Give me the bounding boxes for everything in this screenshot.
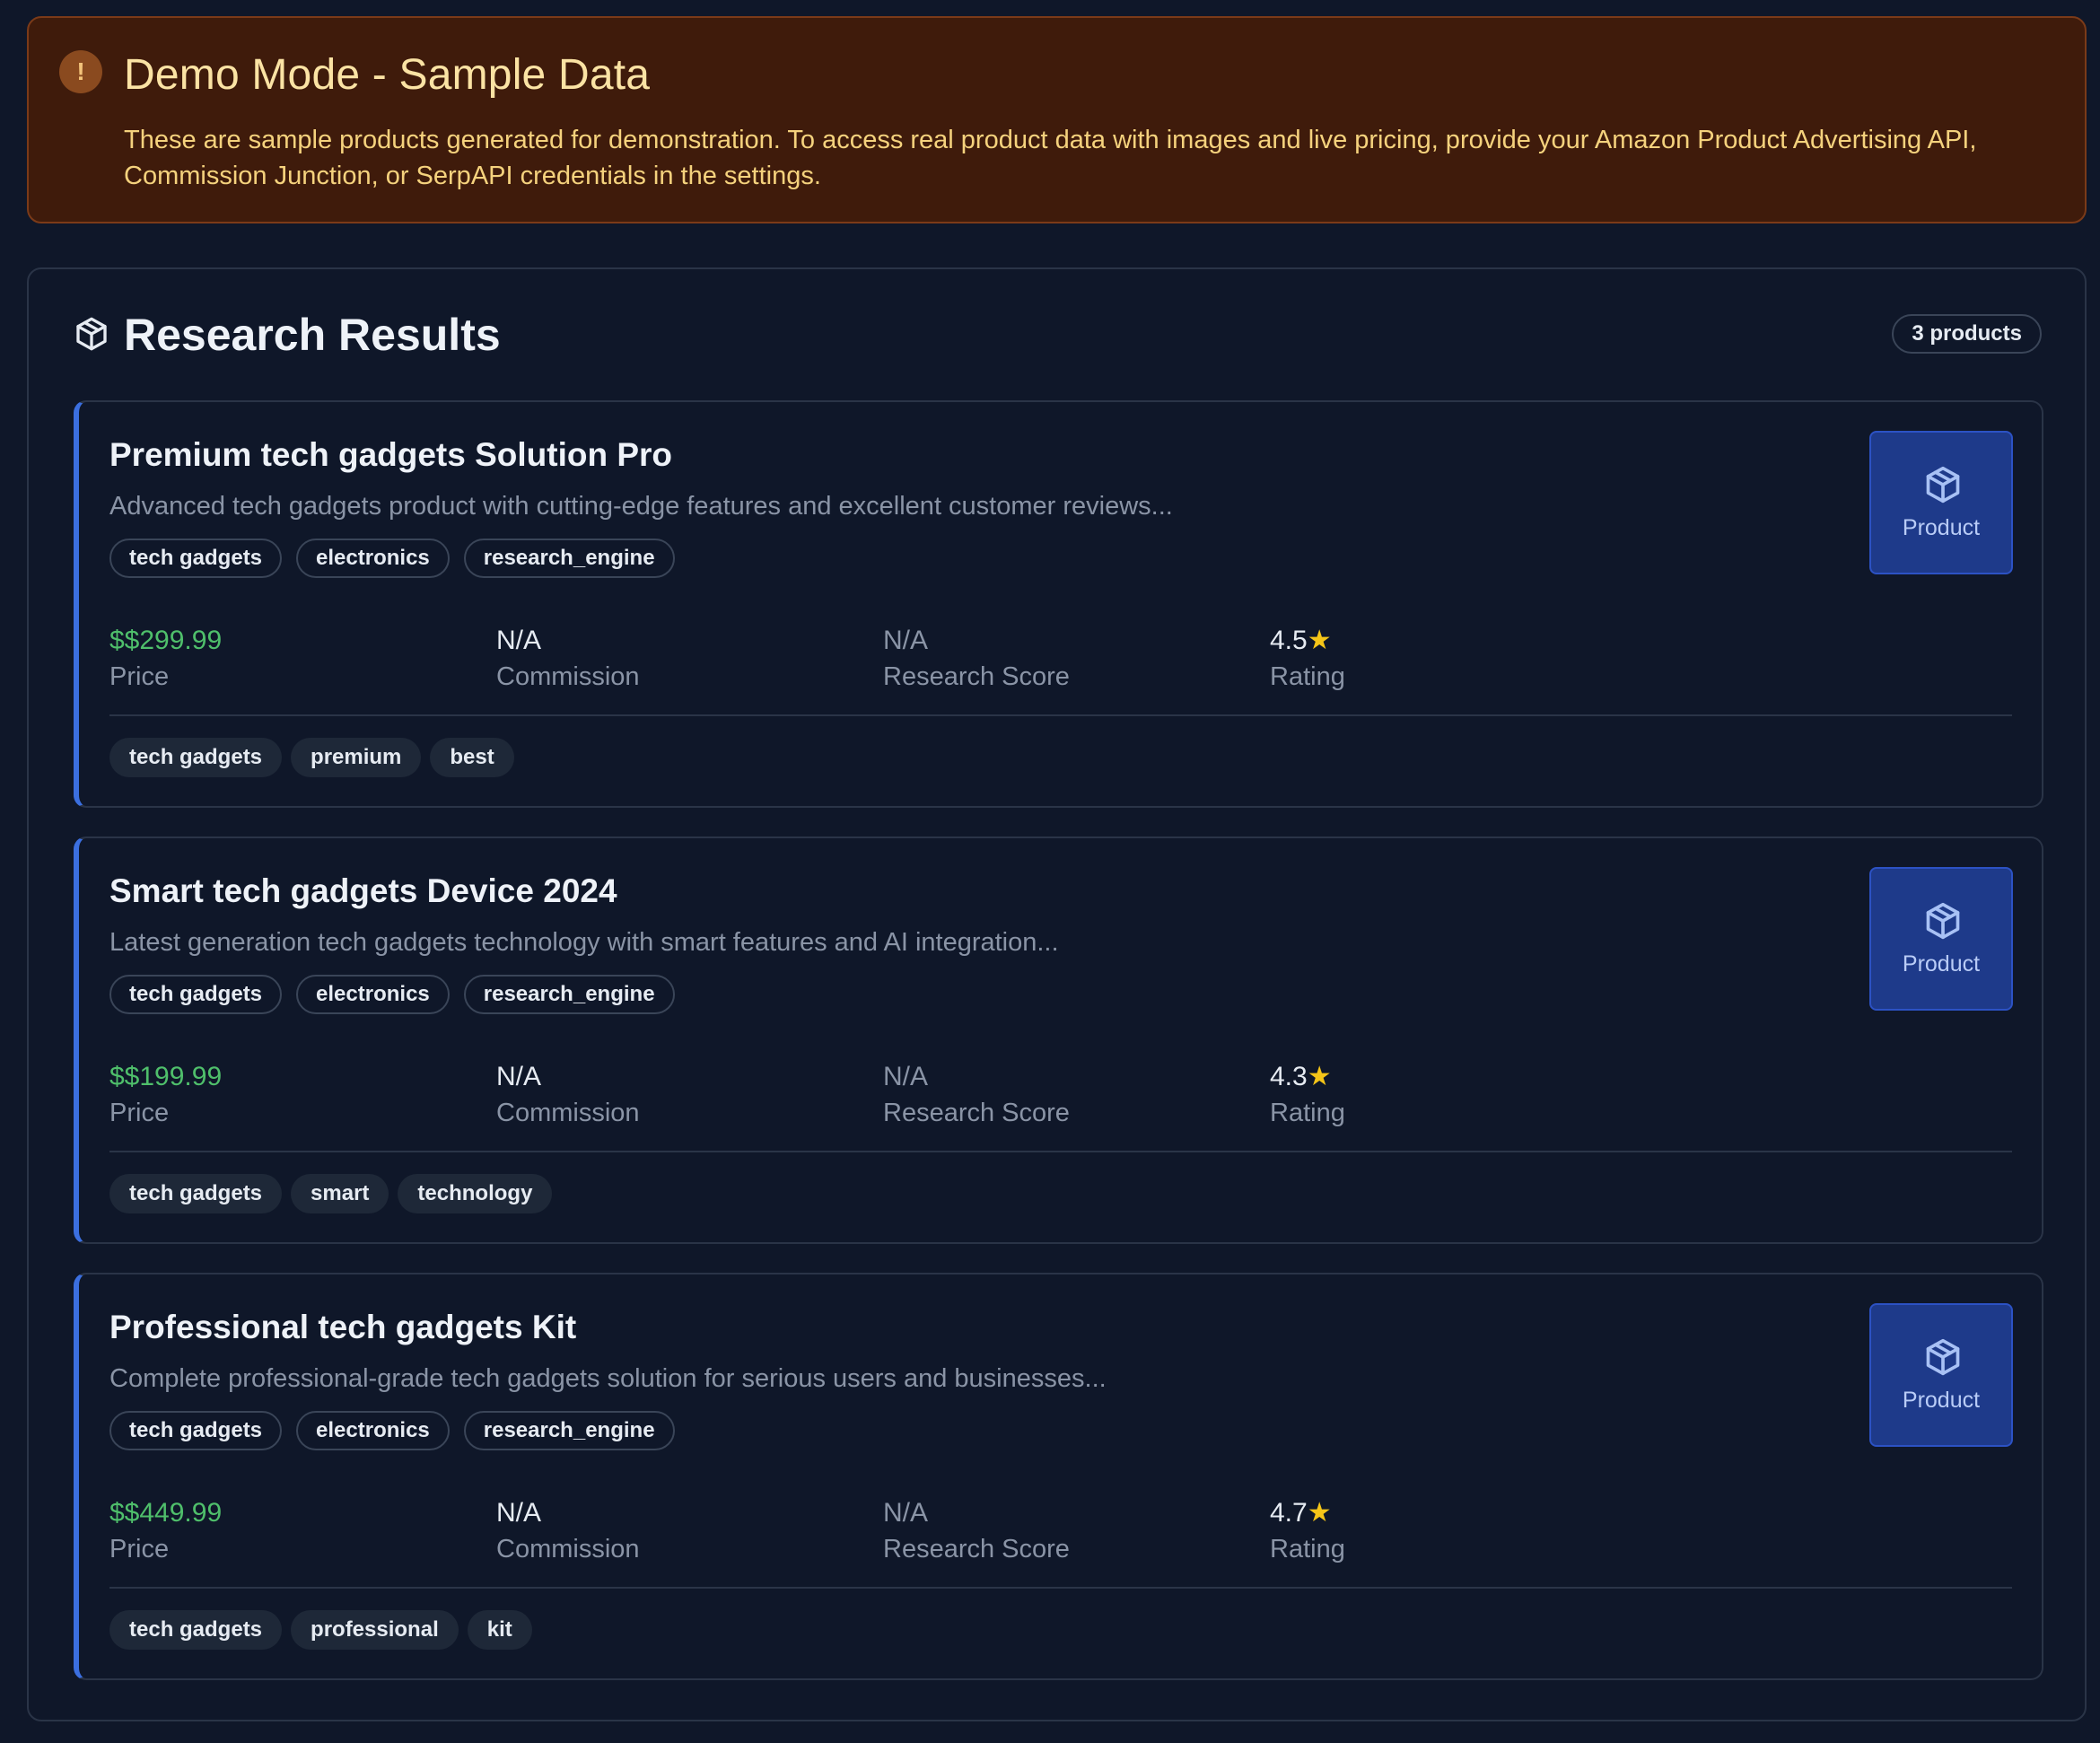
commission-label: Commission bbox=[496, 1099, 640, 1127]
product-categories: tech gadgets electronics research_engine bbox=[109, 539, 675, 578]
category-chip: tech gadgets bbox=[109, 975, 283, 1014]
research-score-stat: N/A Research Score bbox=[883, 623, 1070, 695]
product-tags: tech gadgets professional kit bbox=[109, 1610, 532, 1650]
rating-label: Rating bbox=[1270, 1535, 1345, 1563]
card-divider bbox=[109, 714, 2012, 716]
star-icon: ★ bbox=[1307, 1498, 1332, 1528]
tag-chip: kit bbox=[467, 1610, 532, 1650]
banner-text: These are sample products generated for … bbox=[124, 126, 1977, 190]
demo-mode-banner: ! Demo Mode - Sample Data These are samp… bbox=[27, 16, 2087, 223]
card-divider bbox=[109, 1151, 2012, 1152]
research-score-stat: N/A Research Score bbox=[883, 1495, 1070, 1567]
results-title: Research Results bbox=[124, 310, 501, 360]
star-icon: ★ bbox=[1307, 1062, 1332, 1091]
research-score-value: N/A bbox=[883, 1062, 929, 1091]
rating-label: Rating bbox=[1270, 662, 1345, 691]
product-button[interactable]: Product bbox=[1869, 431, 2013, 574]
rating-stat: 4.7★ Rating bbox=[1270, 1495, 1345, 1567]
package-icon bbox=[1926, 1338, 1960, 1376]
commission-value: N/A bbox=[496, 1498, 542, 1528]
package-icon bbox=[1926, 466, 1960, 504]
banner-title: Demo Mode - Sample Data bbox=[124, 51, 651, 99]
research-results-panel: Research Results 3 products Premium tech… bbox=[27, 267, 2087, 1721]
tag-chip: best bbox=[430, 738, 514, 777]
category-chip: research_engine bbox=[463, 539, 675, 578]
rating-value-wrap: 4.5★ bbox=[1270, 623, 1345, 659]
price-stat: $$449.99 Price bbox=[109, 1495, 222, 1567]
price-value: $$299.99 bbox=[109, 626, 223, 655]
product-button-label: Product bbox=[1902, 1388, 1981, 1413]
research-score-value: N/A bbox=[883, 626, 929, 655]
product-card[interactable]: Premium tech gadgets Solution Pro Advanc… bbox=[74, 400, 2043, 808]
price-stat: $$299.99 Price bbox=[109, 623, 222, 695]
product-card[interactable]: Smart tech gadgets Device 2024 Latest ge… bbox=[74, 836, 2043, 1244]
product-description: Advanced tech gadgets product with cutti… bbox=[109, 492, 1173, 521]
page: ! Demo Mode - Sample Data These are samp… bbox=[0, 0, 2100, 1743]
category-chip: electronics bbox=[296, 975, 450, 1014]
rating-stat: 4.5★ Rating bbox=[1270, 623, 1345, 695]
product-count-badge: 3 products bbox=[1892, 314, 2042, 354]
tag-chip: smart bbox=[291, 1174, 389, 1213]
tag-chip: tech gadgets bbox=[109, 1610, 283, 1650]
rating-value: 4.7 bbox=[1270, 1498, 1308, 1528]
tag-chip: technology bbox=[398, 1174, 553, 1213]
product-categories: tech gadgets electronics research_engine bbox=[109, 1411, 675, 1450]
price-value: $$449.99 bbox=[109, 1498, 223, 1528]
product-title[interactable]: Professional tech gadgets Kit bbox=[109, 1309, 576, 1346]
commission-value: N/A bbox=[496, 626, 542, 655]
product-stats: $$449.99 Price N/A Commission N/A Resear… bbox=[109, 1495, 1725, 1576]
category-chip: research_engine bbox=[463, 975, 675, 1014]
product-button-label: Product bbox=[1902, 951, 1981, 977]
product-stats: $$299.99 Price N/A Commission N/A Resear… bbox=[109, 623, 1725, 704]
research-score-label: Research Score bbox=[883, 1099, 1070, 1127]
star-icon: ★ bbox=[1307, 626, 1332, 655]
price-label: Price bbox=[109, 1099, 170, 1127]
rating-value: 4.5 bbox=[1270, 626, 1308, 655]
commission-label: Commission bbox=[496, 1535, 640, 1563]
research-score-label: Research Score bbox=[883, 1535, 1070, 1563]
product-tags: tech gadgets premium best bbox=[109, 738, 514, 777]
product-description: Complete professional-grade tech gadgets… bbox=[109, 1364, 1107, 1393]
category-chip: tech gadgets bbox=[109, 1411, 283, 1450]
research-score-label: Research Score bbox=[883, 662, 1070, 691]
commission-stat: N/A Commission bbox=[496, 1059, 640, 1131]
product-tags: tech gadgets smart technology bbox=[109, 1174, 553, 1213]
commission-stat: N/A Commission bbox=[496, 1495, 640, 1567]
price-stat: $$199.99 Price bbox=[109, 1059, 222, 1131]
rating-value-wrap: 4.3★ bbox=[1270, 1059, 1345, 1095]
product-button[interactable]: Product bbox=[1869, 1303, 2013, 1447]
product-description: Latest generation tech gadgets technolog… bbox=[109, 928, 1059, 957]
category-chip: electronics bbox=[296, 1411, 450, 1450]
product-button-label: Product bbox=[1902, 515, 1981, 540]
tag-chip: tech gadgets bbox=[109, 738, 283, 777]
product-title[interactable]: Smart tech gadgets Device 2024 bbox=[109, 872, 617, 910]
research-score-value: N/A bbox=[883, 1498, 929, 1528]
card-divider bbox=[109, 1587, 2012, 1589]
commission-stat: N/A Commission bbox=[496, 623, 640, 695]
price-value: $$199.99 bbox=[109, 1062, 223, 1091]
package-icon bbox=[1926, 902, 1960, 940]
product-title[interactable]: Premium tech gadgets Solution Pro bbox=[109, 436, 672, 474]
rating-label: Rating bbox=[1270, 1099, 1345, 1127]
product-card[interactable]: Professional tech gadgets Kit Complete p… bbox=[74, 1273, 2043, 1680]
price-label: Price bbox=[109, 1535, 170, 1563]
product-button[interactable]: Product bbox=[1869, 867, 2013, 1011]
tag-chip: tech gadgets bbox=[109, 1174, 283, 1213]
rating-stat: 4.3★ Rating bbox=[1270, 1059, 1345, 1131]
category-chip: electronics bbox=[296, 539, 450, 578]
rating-value-wrap: 4.7★ bbox=[1270, 1495, 1345, 1531]
product-stats: $$199.99 Price N/A Commission N/A Resear… bbox=[109, 1059, 1725, 1140]
commission-value: N/A bbox=[496, 1062, 542, 1091]
research-score-stat: N/A Research Score bbox=[883, 1059, 1070, 1131]
tag-chip: premium bbox=[291, 738, 422, 777]
commission-label: Commission bbox=[496, 662, 640, 691]
category-chip: research_engine bbox=[463, 1411, 675, 1450]
exclamation-icon: ! bbox=[59, 50, 102, 93]
tag-chip: professional bbox=[291, 1610, 459, 1650]
price-label: Price bbox=[109, 662, 170, 691]
rating-value: 4.3 bbox=[1270, 1062, 1308, 1091]
product-categories: tech gadgets electronics research_engine bbox=[109, 975, 675, 1014]
package-icon bbox=[76, 317, 107, 351]
category-chip: tech gadgets bbox=[109, 539, 283, 578]
